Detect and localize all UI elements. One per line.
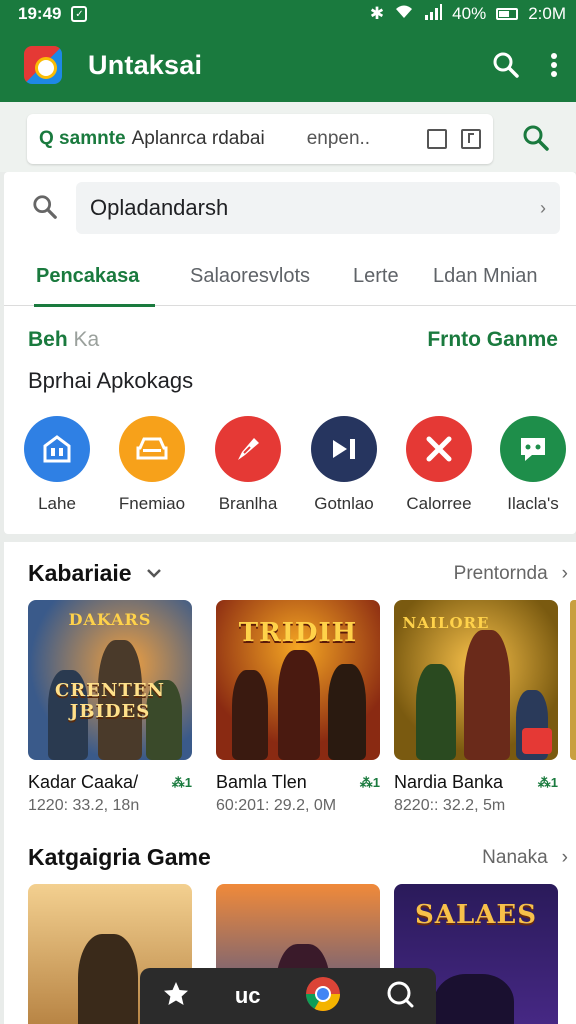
category-label: Calorree <box>406 494 472 513</box>
bluetooth-icon: ✱ <box>369 4 385 23</box>
game-art-title: TRIDIH <box>238 618 358 648</box>
game-badge: ⁂1 <box>537 774 558 790</box>
tab-salaoresvlots[interactable]: Salaoresvlots <box>190 248 310 306</box>
main-panel: Opladandarsh › Pencakasa Salaoresvlots L… <box>4 172 576 534</box>
tab-lerte[interactable]: Lerte <box>353 248 399 306</box>
game-name: Kadar Caaka/ <box>28 772 139 792</box>
category-label: Fnemiao <box>118 494 186 513</box>
game-name: Nardia Banka <box>394 772 504 792</box>
signal-icon <box>424 3 443 25</box>
overflow-menu-icon[interactable] <box>550 52 558 78</box>
chevron-right-icon[interactable]: › <box>540 198 546 219</box>
game-badge: ⁂1 <box>171 774 192 790</box>
section-left-muted: Ka <box>73 328 100 351</box>
search-input-value: Opladandarsh <box>90 195 229 220</box>
game-thumbnail: NAILORE <box>394 600 558 760</box>
row1-more-label: Prentornda <box>453 562 548 584</box>
game-card[interactable]: TRIDIH Bamla Tlen ⁂1 60:201: 29.2, 0M <box>216 600 380 815</box>
status-bar: 19:49 ✓ ✱ 40% 2:0M <box>0 0 576 28</box>
category-label: Lahe <box>38 494 76 513</box>
game-art-title: NAILORE <box>402 614 490 632</box>
brush-icon <box>215 416 281 482</box>
row1-more-link[interactable]: Prentornda › <box>454 563 568 585</box>
search-strip: Q samnte Aplanrca rdabai enpen.. <box>0 102 576 172</box>
game-art-subtitle: CRENTEN JBIDES <box>54 680 166 722</box>
bottom-nav-text[interactable]: uc <box>235 983 261 1009</box>
game-thumbnail: DAKARS CRENTEN JBIDES <box>28 600 192 760</box>
tab-pencakasa[interactable]: Pencakasa <box>33 248 156 307</box>
search-field-icon <box>32 194 58 225</box>
search-bar[interactable]: Q samnte Aplanrca rdabai enpen.. <box>27 114 493 164</box>
tools-icon <box>406 416 472 482</box>
game-name: Bamla Tlen <box>216 772 307 792</box>
games-panel: Kabariaie Prentornda › DAKARS CRENTEN JB… <box>4 542 576 1024</box>
square-icon[interactable] <box>427 129 447 149</box>
game-card[interactable]: NAILORE Nardia Banka ⁂1 8220:: 32.2, 5m <box>394 600 558 815</box>
app-bar: Untaksai <box>0 28 576 102</box>
star-icon[interactable] <box>162 980 190 1013</box>
game-card-peek <box>570 600 576 760</box>
category-item[interactable]: Gotnlao <box>296 416 392 514</box>
strip-search-icon[interactable] <box>522 124 550 157</box>
section-link-right[interactable]: Frnto Ganme <box>427 328 558 352</box>
row2-title: Katgaigria Game <box>28 844 211 870</box>
bottom-nav: uc <box>140 968 436 1024</box>
game-card[interactable]: DAKARS CRENTEN JBIDES Kadar Caaka/ ⁂1 122… <box>28 600 192 815</box>
row2-more-label: Nanaka <box>482 846 548 868</box>
app-title: Untaksai <box>88 49 203 80</box>
row2-header: Katgaigria Game Nanaka › <box>28 844 568 871</box>
status-clock-right: 2:0M <box>528 4 566 23</box>
chat-icon <box>500 416 566 482</box>
category-item[interactable]: Lahe <box>9 416 105 514</box>
tab-bar: Pencakasa Salaoresvlots Lerte Ldan Mnian <box>4 248 576 307</box>
category-label: Gotnlao <box>314 494 374 513</box>
car-icon <box>119 416 185 482</box>
row2-more-link[interactable]: Nanaka › <box>482 847 568 869</box>
section-subheading: Bprhai Apkokags <box>28 368 194 393</box>
search-icon[interactable] <box>492 51 520 79</box>
battery-icon <box>496 8 519 20</box>
status-time: 19:49 <box>18 4 62 23</box>
game-art-title: DAKARS <box>68 610 152 629</box>
section-left-text: Beh <box>28 328 68 351</box>
search-icon[interactable] <box>386 980 414 1013</box>
category-label: Ilacla's <box>507 494 559 513</box>
chrome-icon[interactable] <box>305 976 341 1017</box>
row1-title: Kabariaie <box>28 560 132 586</box>
game-thumbnail: TRIDIH <box>216 600 380 760</box>
tab-ldan-mnian[interactable]: Ldan Mnian <box>433 248 538 306</box>
game-meta: 1220: 33.2, 18n <box>28 797 140 814</box>
search-bar-sub: enpen.. <box>306 128 371 149</box>
document-icon[interactable] <box>461 129 481 149</box>
game-art-title: SALAES <box>415 900 537 930</box>
chevron-down-icon[interactable] <box>146 565 162 583</box>
status-right: ✱ 40% 2:0M <box>369 3 566 25</box>
game-tag-icon <box>522 728 552 754</box>
wifi-icon <box>394 4 414 25</box>
play-icon <box>311 416 377 482</box>
row1-header: Kabariaie Prentornda › <box>28 560 568 587</box>
category-item[interactable]: Branlha <box>200 416 296 514</box>
chevron-right-icon: › <box>561 846 568 868</box>
search-input[interactable]: Opladandarsh › <box>76 182 560 234</box>
notification-icon: ✓ <box>71 6 88 22</box>
search-bar-label: Q samnte <box>39 128 126 149</box>
app-logo-icon <box>24 46 62 84</box>
chevron-right-icon: › <box>561 562 568 584</box>
category-item[interactable]: Fnemiao <box>104 416 200 514</box>
game-meta: 8220:: 32.2, 5m <box>394 797 506 814</box>
game-badge: ⁂1 <box>359 774 380 790</box>
category-item[interactable]: Ilacla's <box>485 416 576 514</box>
search-bar-hint: Aplanrca rdabai <box>131 128 265 149</box>
building-icon <box>24 416 90 482</box>
category-label: Branlha <box>218 494 278 513</box>
category-item[interactable]: Calorree <box>391 416 487 514</box>
game-meta: 60:201: 29.2, 0M <box>216 797 337 814</box>
battery-percent: 40% <box>452 4 487 23</box>
section-label-left: Beh Ka <box>28 328 99 352</box>
